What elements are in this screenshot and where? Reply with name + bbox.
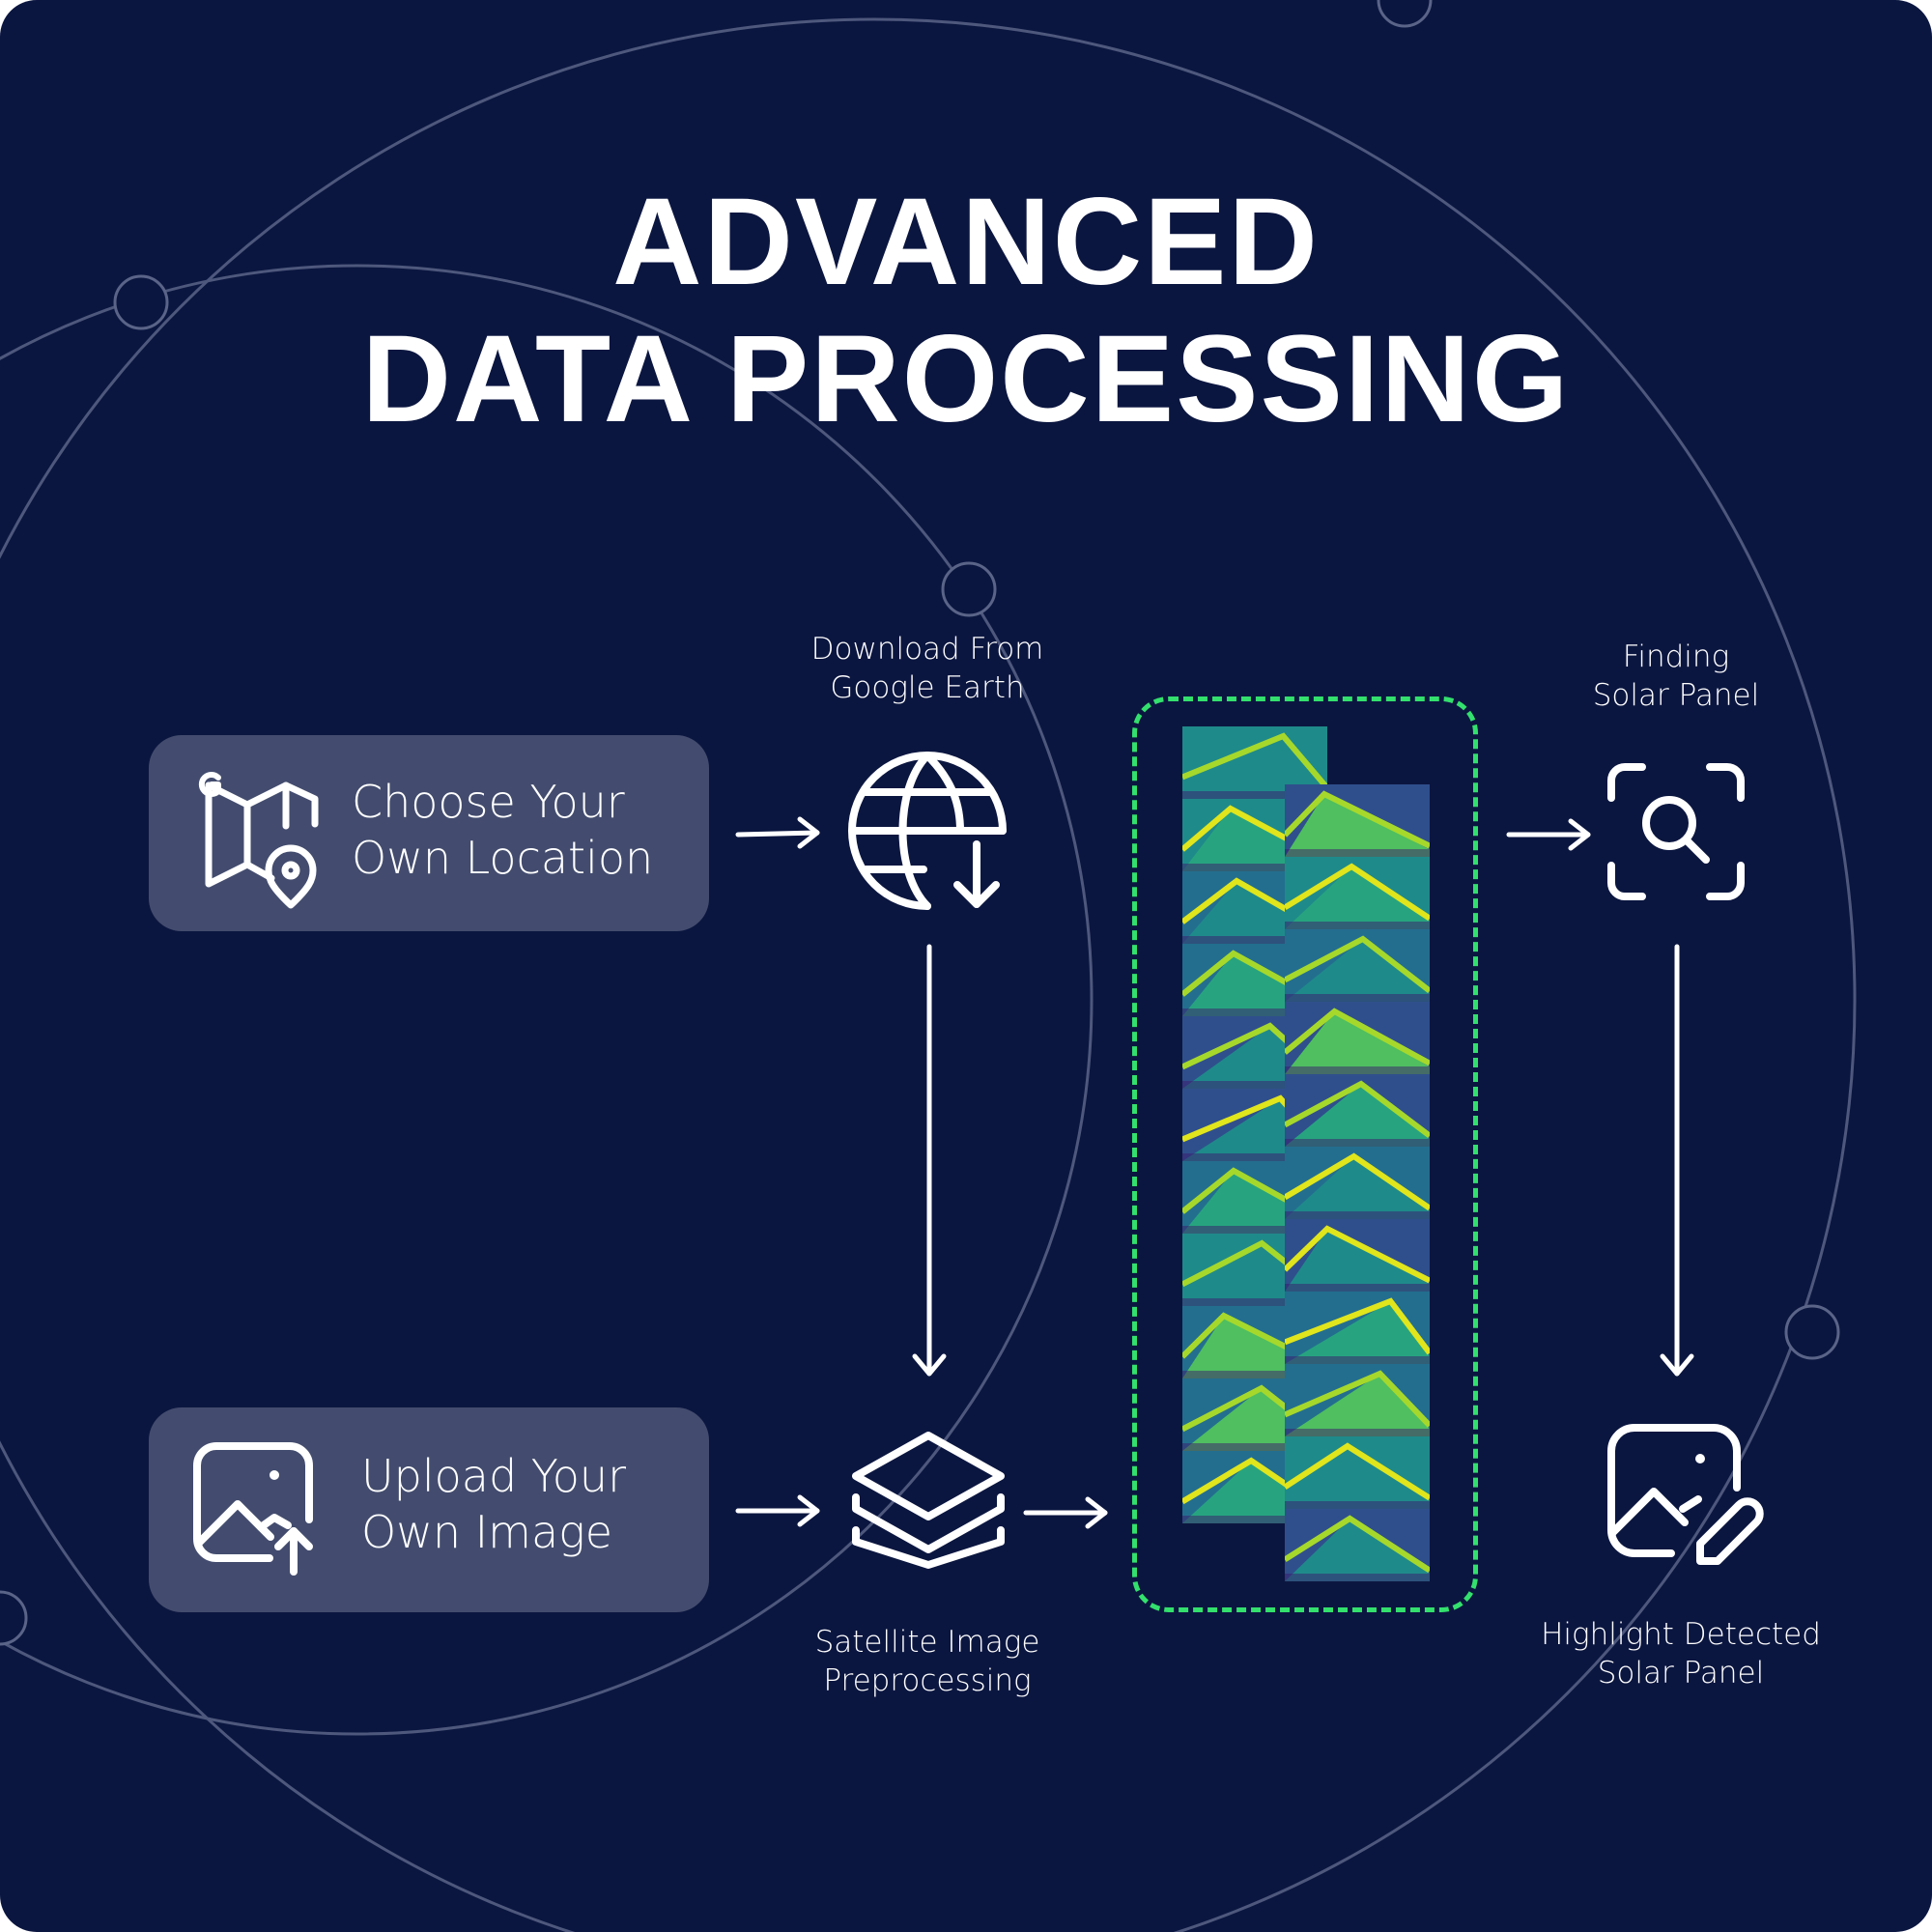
upload-image-label: Upload Your Own Image (361, 1450, 627, 1558)
image-edit-icon (1607, 1424, 1764, 1565)
front-tile (1285, 1292, 1430, 1364)
front-tile (1285, 784, 1430, 857)
front-tile (1285, 1219, 1430, 1292)
choose-location-label: Choose Your Own Location (352, 776, 654, 884)
scan-search-icon (1607, 763, 1745, 900)
upload-image-card[interactable]: Upload Your Own Image (149, 1407, 709, 1612)
front-tile (1285, 1074, 1430, 1147)
front-tile (1285, 1436, 1430, 1509)
arrow-tiles-to-finding (1506, 818, 1591, 851)
front-tile (1285, 1509, 1430, 1581)
choose-location-card[interactable]: Choose Your Own Location (149, 735, 709, 931)
tile-stack-front (1285, 784, 1430, 1581)
layers-icon (852, 1432, 1005, 1569)
arrow-location-to-download (735, 816, 820, 849)
orbit-node-3 (1377, 0, 1433, 28)
arrow-upload-to-preprocess (735, 1494, 820, 1527)
globe-download-icon (848, 752, 1007, 910)
download-caption: Download From Google Earth (810, 632, 1044, 705)
front-tile (1285, 1147, 1430, 1219)
title-line-1: ADVANCED (612, 173, 1320, 311)
page-title: ADVANCED DATA PROCESSING (0, 174, 1932, 448)
diagram-canvas: ADVANCED DATA PROCESSING Choose Your Own… (0, 0, 1932, 1932)
front-tile (1285, 929, 1430, 1002)
title-line-2: DATA PROCESSING (361, 310, 1571, 448)
google-map-pin-icon (198, 772, 319, 909)
arrow-finding-to-highlight (1660, 944, 1694, 1377)
front-tile (1285, 1002, 1430, 1074)
highlight-caption: Highlight Detected Solar Panel (1541, 1617, 1821, 1690)
preprocess-caption: Satellite Image Preprocessing (814, 1625, 1040, 1698)
front-tile (1285, 857, 1430, 929)
arrow-download-to-preprocess (912, 944, 947, 1377)
finding-caption: Finding Solar Panel (1592, 639, 1760, 713)
orbit-node-2 (941, 561, 997, 617)
arrow-preprocess-to-tiles (1023, 1496, 1108, 1529)
orbit-node-5 (0, 1590, 28, 1646)
front-tile (1285, 1364, 1430, 1436)
image-upload-icon (193, 1442, 313, 1576)
orbit-node-4 (1784, 1304, 1840, 1360)
